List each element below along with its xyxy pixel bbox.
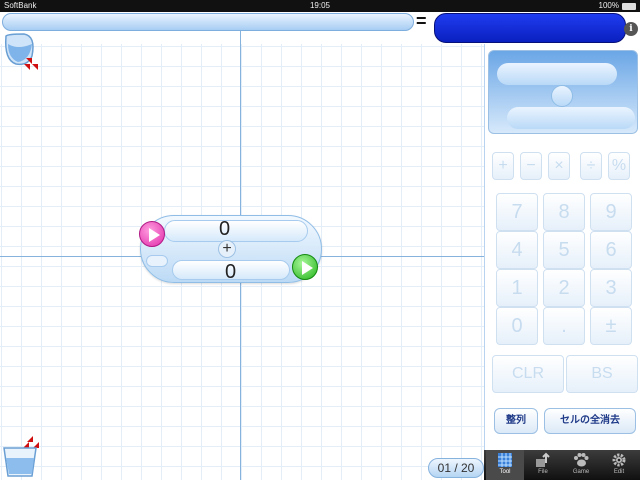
battery-icon	[622, 2, 636, 10]
top-operand-value: 0	[219, 218, 231, 240]
cup-top-icon[interactable]	[2, 32, 40, 70]
tab-file[interactable]: File	[524, 450, 562, 480]
top-operand-slot[interactable]	[164, 220, 308, 242]
formula-input-field[interactable]	[2, 13, 414, 31]
clock: 19:05	[309, 1, 331, 10]
key-plus[interactable]: +	[492, 152, 514, 180]
key-decimal[interactable]: .	[543, 307, 585, 345]
page-indicator[interactable]: 01 / 20	[428, 458, 484, 478]
sort-button[interactable]: 整列	[494, 408, 538, 434]
tab-edit[interactable]: Edit	[600, 450, 638, 480]
key-5[interactable]: 5	[543, 231, 585, 269]
game-paw-icon	[574, 453, 589, 467]
tab-game-label: Game	[572, 469, 590, 475]
preview-bottom-slot	[507, 107, 635, 129]
backspace-key[interactable]: BS	[566, 355, 638, 393]
info-button[interactable]: i	[624, 22, 638, 36]
key-minus[interactable]: −	[520, 152, 542, 180]
input-play-icon[interactable]	[139, 221, 165, 247]
key-6[interactable]: 6	[590, 231, 632, 269]
equals-sign: =	[416, 11, 427, 31]
key-percent[interactable]: %	[608, 152, 630, 180]
tab-tool[interactable]: Tool	[486, 450, 524, 480]
output-play-icon[interactable]	[292, 254, 318, 280]
key-plus-minus[interactable]: ±	[590, 307, 632, 345]
key-2[interactable]: 2	[543, 269, 585, 307]
file-icon	[536, 452, 550, 467]
battery-percent: 100%	[598, 1, 619, 10]
clear-all-cells-button[interactable]: セルの全消去	[544, 408, 636, 434]
key-multiply[interactable]: ×	[548, 152, 570, 180]
operator-button[interactable]: +	[218, 240, 236, 258]
tab-tool-label: Tool	[499, 469, 511, 475]
formula-underlay	[0, 30, 434, 44]
key-8[interactable]: 8	[543, 193, 585, 231]
side-slot	[146, 255, 168, 267]
key-0[interactable]: 0	[496, 307, 538, 345]
tab-edit-label: Edit	[613, 469, 625, 475]
status-bar: SoftBank 19:05 100%	[0, 0, 640, 12]
tool-grid-icon	[498, 453, 512, 467]
key-9[interactable]: 9	[590, 193, 632, 231]
tab-game[interactable]: Game	[562, 450, 600, 480]
battery-indicator: 100%	[599, 0, 636, 12]
key-1[interactable]: 1	[496, 269, 538, 307]
cup-bottom-icon[interactable]	[1, 434, 41, 478]
key-4[interactable]: 4	[496, 231, 538, 269]
preview-operator	[551, 85, 573, 107]
key-3[interactable]: 3	[590, 269, 632, 307]
bottom-operand-value: 0	[225, 261, 237, 283]
clear-key[interactable]: CLR	[492, 355, 564, 393]
edit-gear-icon	[612, 453, 626, 467]
key-divide[interactable]: ÷	[580, 152, 602, 180]
preview-top-slot	[497, 63, 617, 85]
cell-preview	[488, 50, 638, 134]
tab-file-label: File	[538, 469, 548, 475]
formula-result-field[interactable]	[434, 13, 626, 43]
key-7[interactable]: 7	[496, 193, 538, 231]
